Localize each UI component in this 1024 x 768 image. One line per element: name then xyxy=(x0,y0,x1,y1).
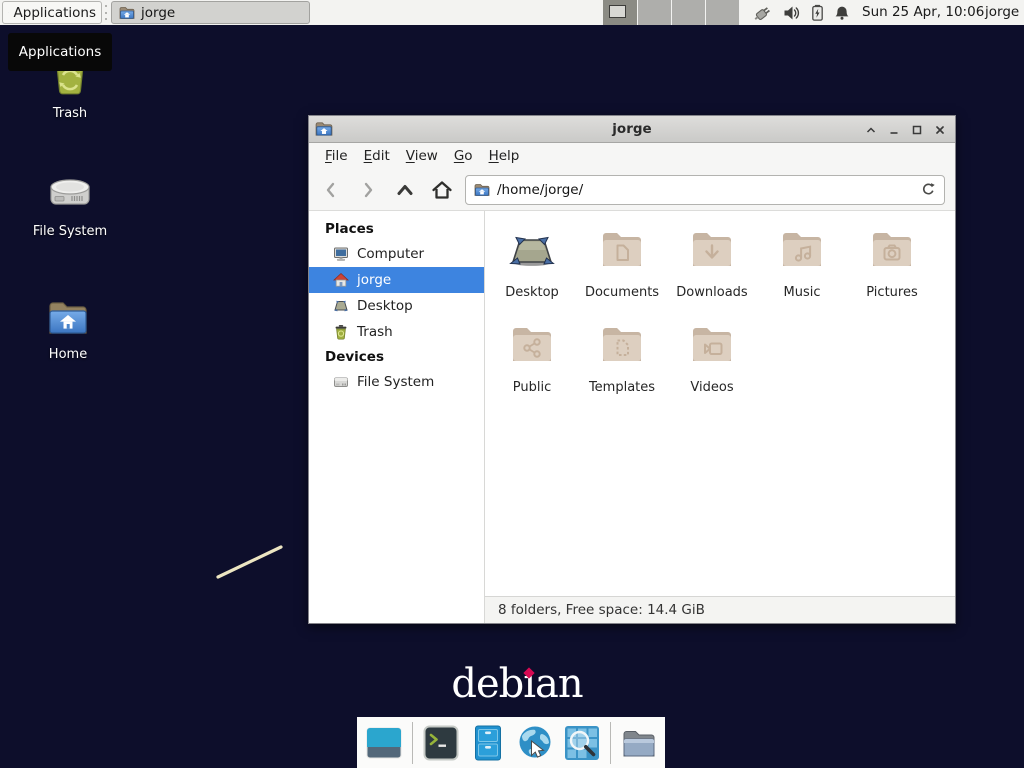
file-pictures[interactable]: Pictures xyxy=(847,225,937,320)
close-button[interactable] xyxy=(931,120,949,140)
workspace-3[interactable] xyxy=(671,0,705,25)
home-icon xyxy=(333,272,349,288)
forward-button[interactable] xyxy=(354,177,382,203)
applications-tooltip: Applications xyxy=(8,33,112,71)
home-folder-icon xyxy=(119,5,135,21)
side-pane: Places Computer jorge Desktop Trash xyxy=(309,211,485,623)
desktop-icon-home[interactable]: Home xyxy=(18,293,118,362)
menu-view[interactable]: View xyxy=(398,143,446,169)
taskbar-window-button[interactable]: jorge xyxy=(111,1,310,24)
icon-view: Desktop Documents Downloads Music xyxy=(485,211,955,596)
statusbar: 8 folders, Free space: 14.4 GiB xyxy=(485,596,955,623)
applications-menu-label: Applications xyxy=(14,5,96,21)
desktop-artifact-line xyxy=(214,543,286,581)
sidebar-item-jorge[interactable]: jorge xyxy=(309,267,484,293)
dock-separator xyxy=(412,722,413,764)
right-pane: Desktop Documents Downloads Music xyxy=(485,211,955,623)
audio-volume-icon[interactable] xyxy=(783,4,801,22)
desktop-icon-label: File System xyxy=(33,224,107,239)
desktop-icon xyxy=(333,298,349,314)
applications-menu-button[interactable]: Applications xyxy=(2,1,102,24)
file-public[interactable]: Public xyxy=(487,320,577,415)
folder-downloads-icon xyxy=(688,225,736,273)
menu-go[interactable]: Go xyxy=(446,143,481,169)
window-title: jorge xyxy=(309,121,955,137)
folder-videos-icon xyxy=(688,320,736,368)
back-button[interactable] xyxy=(317,177,345,203)
file-desktop[interactable]: Desktop xyxy=(487,225,577,320)
desktop-icon-label: Home xyxy=(49,347,87,362)
workspace-2[interactable] xyxy=(637,0,671,25)
top-panel: Applications jorge Sun 25 Apr, 10:06 jor… xyxy=(0,0,1024,25)
bottom-dock xyxy=(357,717,665,768)
file-documents[interactable]: Documents xyxy=(577,225,667,320)
desktop-icon xyxy=(508,225,556,273)
reload-button[interactable] xyxy=(921,182,936,197)
file-manager-window: jorge File Edit View Go Help /home/jorge… xyxy=(308,115,956,624)
sidebar-item-filesystem[interactable]: File System xyxy=(309,369,484,395)
toolbar: /home/jorge/ xyxy=(309,169,955,211)
menubar: File Edit View Go Help xyxy=(309,143,955,169)
filesystem-drive-icon xyxy=(46,170,94,218)
workspace-4[interactable] xyxy=(705,0,739,25)
notifications-bell-icon[interactable] xyxy=(834,5,850,21)
file-templates[interactable]: Templates xyxy=(577,320,667,415)
sidebar-item-trash[interactable]: Trash xyxy=(309,319,484,345)
system-tray xyxy=(752,0,850,25)
sidebar-item-desktop[interactable]: Desktop xyxy=(309,293,484,319)
debian-wordmark: debıan xyxy=(447,660,587,708)
drive-icon xyxy=(333,374,349,390)
maximize-button[interactable] xyxy=(908,120,926,140)
battery-charging-icon[interactable] xyxy=(810,4,825,21)
directory-menu-icon[interactable] xyxy=(620,724,658,762)
window-titlebar[interactable]: jorge xyxy=(309,116,955,143)
file-music[interactable]: Music xyxy=(757,225,847,320)
folder-templates-icon xyxy=(598,320,646,368)
dock-separator xyxy=(610,722,611,764)
show-desktop-icon[interactable] xyxy=(365,724,403,762)
desktop-icon-filesystem[interactable]: File System xyxy=(20,170,120,239)
sidebar-item-computer[interactable]: Computer xyxy=(309,241,484,267)
menu-file[interactable]: File xyxy=(317,143,356,169)
desktop-icon-label: Trash xyxy=(53,106,87,121)
menu-help[interactable]: Help xyxy=(481,143,528,169)
computer-icon xyxy=(333,246,349,262)
tooltip-text: Applications xyxy=(19,44,101,60)
workspace-window-thumb xyxy=(609,5,626,18)
home-folder-icon xyxy=(44,293,92,341)
application-finder-icon[interactable] xyxy=(563,724,601,762)
folder-pictures-icon xyxy=(868,225,916,273)
up-button[interactable] xyxy=(391,177,419,203)
sidebar-header-devices: Devices xyxy=(309,345,484,369)
desktop: Applications jorge Sun 25 Apr, 10:06 jor… xyxy=(0,0,1024,768)
current-folder-icon xyxy=(474,182,490,198)
power-plug-icon[interactable] xyxy=(752,2,774,24)
window-controls xyxy=(862,116,949,143)
tasklist-handle[interactable] xyxy=(104,5,108,20)
location-path: /home/jorge/ xyxy=(497,182,914,198)
terminal-icon[interactable] xyxy=(422,724,460,762)
file-videos[interactable]: Videos xyxy=(667,320,757,415)
file-downloads[interactable]: Downloads xyxy=(667,225,757,320)
panel-clock[interactable]: Sun 25 Apr, 10:06 xyxy=(862,0,984,25)
menu-edit[interactable]: Edit xyxy=(356,143,398,169)
trash-icon xyxy=(333,324,349,340)
home-button[interactable] xyxy=(428,177,456,203)
minimize-button[interactable] xyxy=(885,120,903,140)
workspace-1[interactable] xyxy=(603,0,637,25)
folder-music-icon xyxy=(778,225,826,273)
xfce-logo-icon xyxy=(8,4,9,21)
web-browser-icon[interactable] xyxy=(516,724,554,762)
shade-button[interactable] xyxy=(862,120,880,140)
file-manager-icon[interactable] xyxy=(469,724,507,762)
window-content: Places Computer jorge Desktop Trash xyxy=(309,211,955,623)
sidebar-header-places: Places xyxy=(309,217,484,241)
workspace-switcher xyxy=(603,0,739,25)
location-bar[interactable]: /home/jorge/ xyxy=(465,175,945,205)
folder-documents-icon xyxy=(598,225,646,273)
panel-username[interactable]: jorge xyxy=(985,0,1019,25)
folder-public-icon xyxy=(508,320,556,368)
taskbar-window-label: jorge xyxy=(141,5,175,21)
